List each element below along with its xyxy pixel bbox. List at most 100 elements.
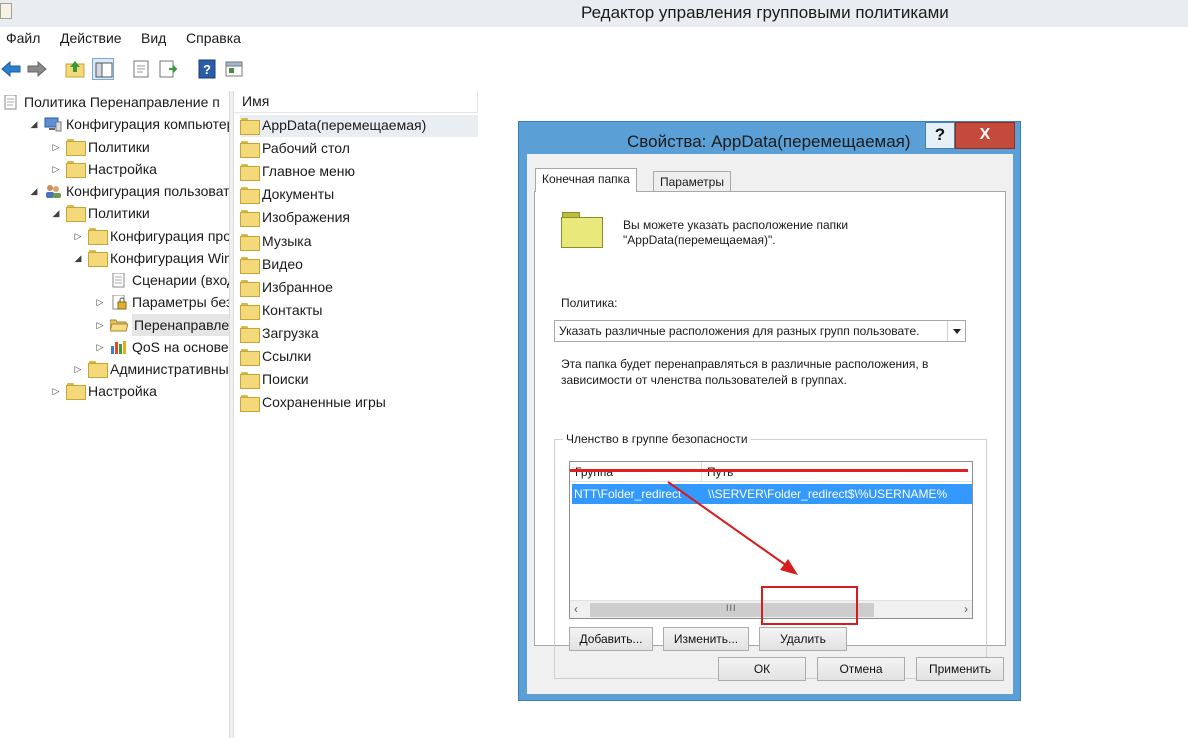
- tree-item[interactable]: ◢ Конфигурация пользовате: [0, 180, 229, 202]
- menu-action[interactable]: Действие: [60, 30, 122, 46]
- tree-item-label: Настройка: [88, 160, 157, 177]
- scroll-right-icon[interactable]: ›: [964, 602, 968, 616]
- list-item[interactable]: Ссылки: [240, 346, 478, 368]
- tree-item[interactable]: Политика Перенаправление п: [0, 91, 229, 113]
- expand-icon[interactable]: ▷: [73, 358, 83, 380]
- cancel-button[interactable]: Отмена: [817, 657, 905, 681]
- list-item[interactable]: Поиски: [240, 369, 478, 391]
- dialog-close-button[interactable]: X: [955, 122, 1015, 149]
- show-hide-tree-icon[interactable]: [92, 58, 114, 80]
- script-icon: [110, 272, 128, 288]
- annotation-highlight-box: [761, 586, 858, 625]
- column-header-path[interactable]: Путь: [702, 462, 972, 482]
- delete-button[interactable]: Удалить: [759, 627, 847, 651]
- menu-help[interactable]: Справка: [186, 30, 241, 46]
- collapse-icon[interactable]: ◢: [29, 113, 39, 135]
- back-icon[interactable]: [0, 58, 22, 80]
- expand-icon[interactable]: ▷: [95, 291, 105, 313]
- list-item-label: Сохраненные игры: [262, 394, 386, 411]
- tree-item[interactable]: ▷ QoS на основе п: [0, 336, 229, 358]
- tree-item[interactable]: ◢ Конфигурация Wind: [0, 247, 229, 269]
- policy-dropdown[interactable]: Указать различные расположения для разны…: [554, 320, 966, 342]
- list-item-label: Избранное: [262, 278, 333, 295]
- collapse-icon[interactable]: ◢: [29, 180, 39, 202]
- collapse-icon[interactable]: ◢: [51, 202, 61, 224]
- folder-icon: [240, 164, 260, 182]
- tree-item[interactable]: ▷ Настройка: [0, 158, 229, 180]
- tree-item[interactable]: ▷ Настройка: [0, 380, 229, 402]
- tree-item[interactable]: ◢ Политики: [0, 202, 229, 224]
- expand-icon[interactable]: ▷: [73, 225, 83, 247]
- column-header-group[interactable]: Группа: [570, 462, 702, 482]
- ok-button[interactable]: ОК: [718, 657, 806, 681]
- intro-line-1: Вы можете указать расположение папки: [623, 218, 849, 232]
- chevron-down-icon[interactable]: [947, 321, 965, 341]
- tree-item-label: QoS на основе п: [132, 338, 229, 355]
- tree-item-label: Настройка: [88, 383, 157, 400]
- security-icon: [110, 294, 128, 310]
- toolbar: ?: [0, 53, 1188, 85]
- list-item[interactable]: Контакты: [240, 300, 478, 322]
- column-header-name[interactable]: Имя: [234, 91, 478, 113]
- edit-button[interactable]: Изменить...: [663, 627, 749, 651]
- export-list-icon[interactable]: [157, 58, 179, 80]
- tree-item[interactable]: Сценарии (вход/: [0, 269, 229, 291]
- folder-icon: [240, 395, 260, 413]
- annotation-underline: [570, 469, 968, 472]
- security-group-box: Членство в группе безопасности Группа Пу…: [554, 432, 987, 679]
- list-item[interactable]: Музыка: [240, 231, 478, 253]
- list-item[interactable]: Изображения: [240, 207, 478, 229]
- folder-icon: [66, 205, 86, 223]
- expand-icon[interactable]: ▷: [95, 336, 105, 358]
- tab-settings[interactable]: Параметры: [653, 171, 731, 193]
- tree-item[interactable]: ▷ Административные: [0, 358, 229, 380]
- list-item[interactable]: Сохраненные игры: [240, 392, 478, 414]
- list-item[interactable]: AppData(перемещаемая): [240, 115, 478, 137]
- svg-text:?: ?: [203, 62, 211, 77]
- folder-icon: [66, 160, 86, 178]
- list-item-label: Поиски: [262, 371, 309, 388]
- list-item[interactable]: Видео: [240, 254, 478, 276]
- member-row-selected[interactable]: NTT\Folder_redirect \\SERVER\Folder_redi…: [572, 484, 972, 504]
- tree-item[interactable]: ▷ Перенаправлени: [0, 313, 229, 336]
- menu-file[interactable]: Файл: [6, 30, 40, 46]
- collapse-icon[interactable]: ◢: [73, 247, 83, 269]
- folder-icon: [240, 233, 260, 251]
- tree-item[interactable]: ◢ Конфигурация компьютер: [0, 113, 229, 135]
- expand-icon[interactable]: ▷: [51, 136, 61, 158]
- policy-icon: [2, 94, 20, 110]
- apply-button[interactable]: Применить: [916, 657, 1004, 681]
- view-icon[interactable]: [223, 58, 245, 80]
- expand-icon[interactable]: ▷: [51, 158, 61, 180]
- list-item[interactable]: Избранное: [240, 277, 478, 299]
- expand-icon[interactable]: ▷: [51, 380, 61, 402]
- scroll-left-icon[interactable]: ‹: [574, 602, 578, 616]
- properties-icon[interactable]: [130, 58, 152, 80]
- tree-item[interactable]: ▷ Параметры безо: [0, 291, 229, 313]
- help-icon[interactable]: ?: [196, 58, 218, 80]
- list-item[interactable]: Документы: [240, 184, 478, 206]
- folder-icon: [240, 279, 260, 297]
- tree-item-label: Конфигурация Wind: [110, 249, 229, 266]
- folder-icon: [88, 361, 108, 378]
- users-icon: [44, 183, 62, 198]
- folder-icon: [240, 349, 260, 366]
- folder-icon: [240, 210, 260, 228]
- tree-item[interactable]: ▷ Политики: [0, 136, 229, 158]
- chart-icon: [110, 339, 128, 354]
- list-item[interactable]: Загрузка: [240, 323, 478, 345]
- expand-icon[interactable]: ▷: [95, 314, 105, 336]
- tab-target-folder[interactable]: Конечная папка: [535, 168, 637, 192]
- list-item[interactable]: Рабочий стол: [240, 138, 478, 160]
- forward-icon[interactable]: [26, 58, 48, 80]
- description-line-1: Эта папка будет перенаправляться в разли…: [561, 357, 929, 371]
- add-button[interactable]: Добавить...: [569, 627, 653, 651]
- up-folder-icon[interactable]: [64, 58, 86, 80]
- tree-item[interactable]: ▷ Конфигурация прог: [0, 225, 229, 247]
- list-item-label: Главное меню: [262, 163, 356, 180]
- menu-view[interactable]: Вид: [141, 30, 166, 46]
- console-tree: Политика Перенаправление п ◢ Конфигурация …: [0, 91, 229, 738]
- app-icon: [0, 3, 12, 19]
- list-item[interactable]: Главное меню: [240, 161, 478, 183]
- dialog-help-button[interactable]: ?: [925, 122, 955, 149]
